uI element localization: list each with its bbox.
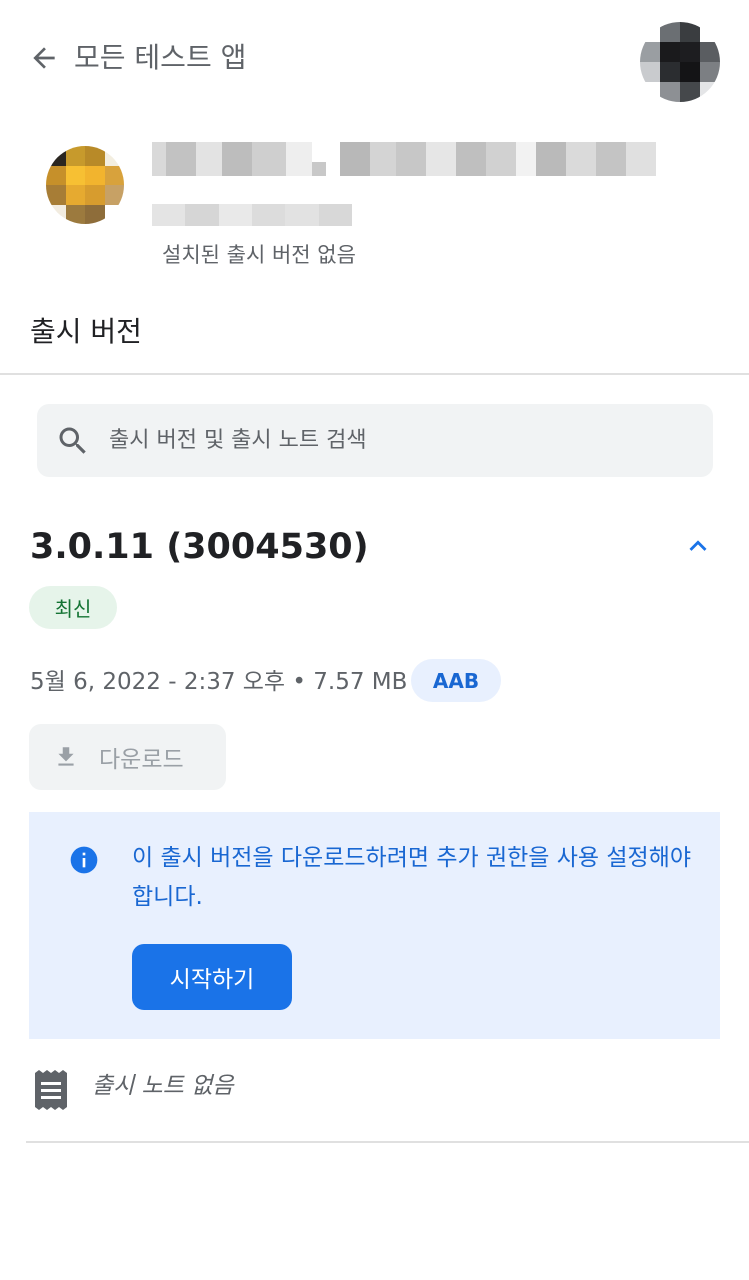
download-icon — [53, 744, 79, 770]
release-notes-text: 출시 노트 없음 — [92, 1073, 234, 1099]
collapse-button[interactable] — [678, 526, 718, 566]
arrow-back-icon — [33, 47, 55, 69]
section-divider — [0, 373, 749, 375]
release-version: 3.0.11 (3004530) — [30, 527, 369, 567]
search-input[interactable] — [107, 427, 713, 454]
permission-message: 이 출시 버전을 다운로드하려면 추가 권한을 사용 설정해야 합니다. — [132, 845, 692, 910]
app-icon — [46, 146, 124, 224]
download-button[interactable]: 다운로드 — [29, 724, 226, 790]
release-notes-icon — [35, 1070, 67, 1110]
release-meta: 5월 6, 2022 - 2:37 오후 • 7.57 MB — [30, 669, 408, 695]
info-icon — [70, 846, 98, 874]
release-divider — [26, 1141, 749, 1143]
search-icon — [55, 423, 91, 459]
back-button[interactable] — [22, 38, 66, 78]
latest-badge: 최신 — [29, 586, 117, 629]
app-name-redacted — [152, 126, 672, 192]
install-status: 설치된 출시 버전 없음 — [162, 243, 356, 267]
download-label: 다운로드 — [99, 747, 184, 773]
section-title: 출시 버전 — [30, 315, 142, 348]
format-badge: AAB — [411, 659, 501, 702]
search-bar[interactable] — [37, 404, 713, 477]
package-name-redacted — [152, 204, 352, 226]
page-title: 모든 테스트 앱 — [74, 41, 247, 74]
chevron-up-icon — [689, 540, 707, 551]
get-started-button[interactable]: 시작하기 — [132, 944, 292, 1010]
account-avatar[interactable] — [640, 22, 720, 102]
